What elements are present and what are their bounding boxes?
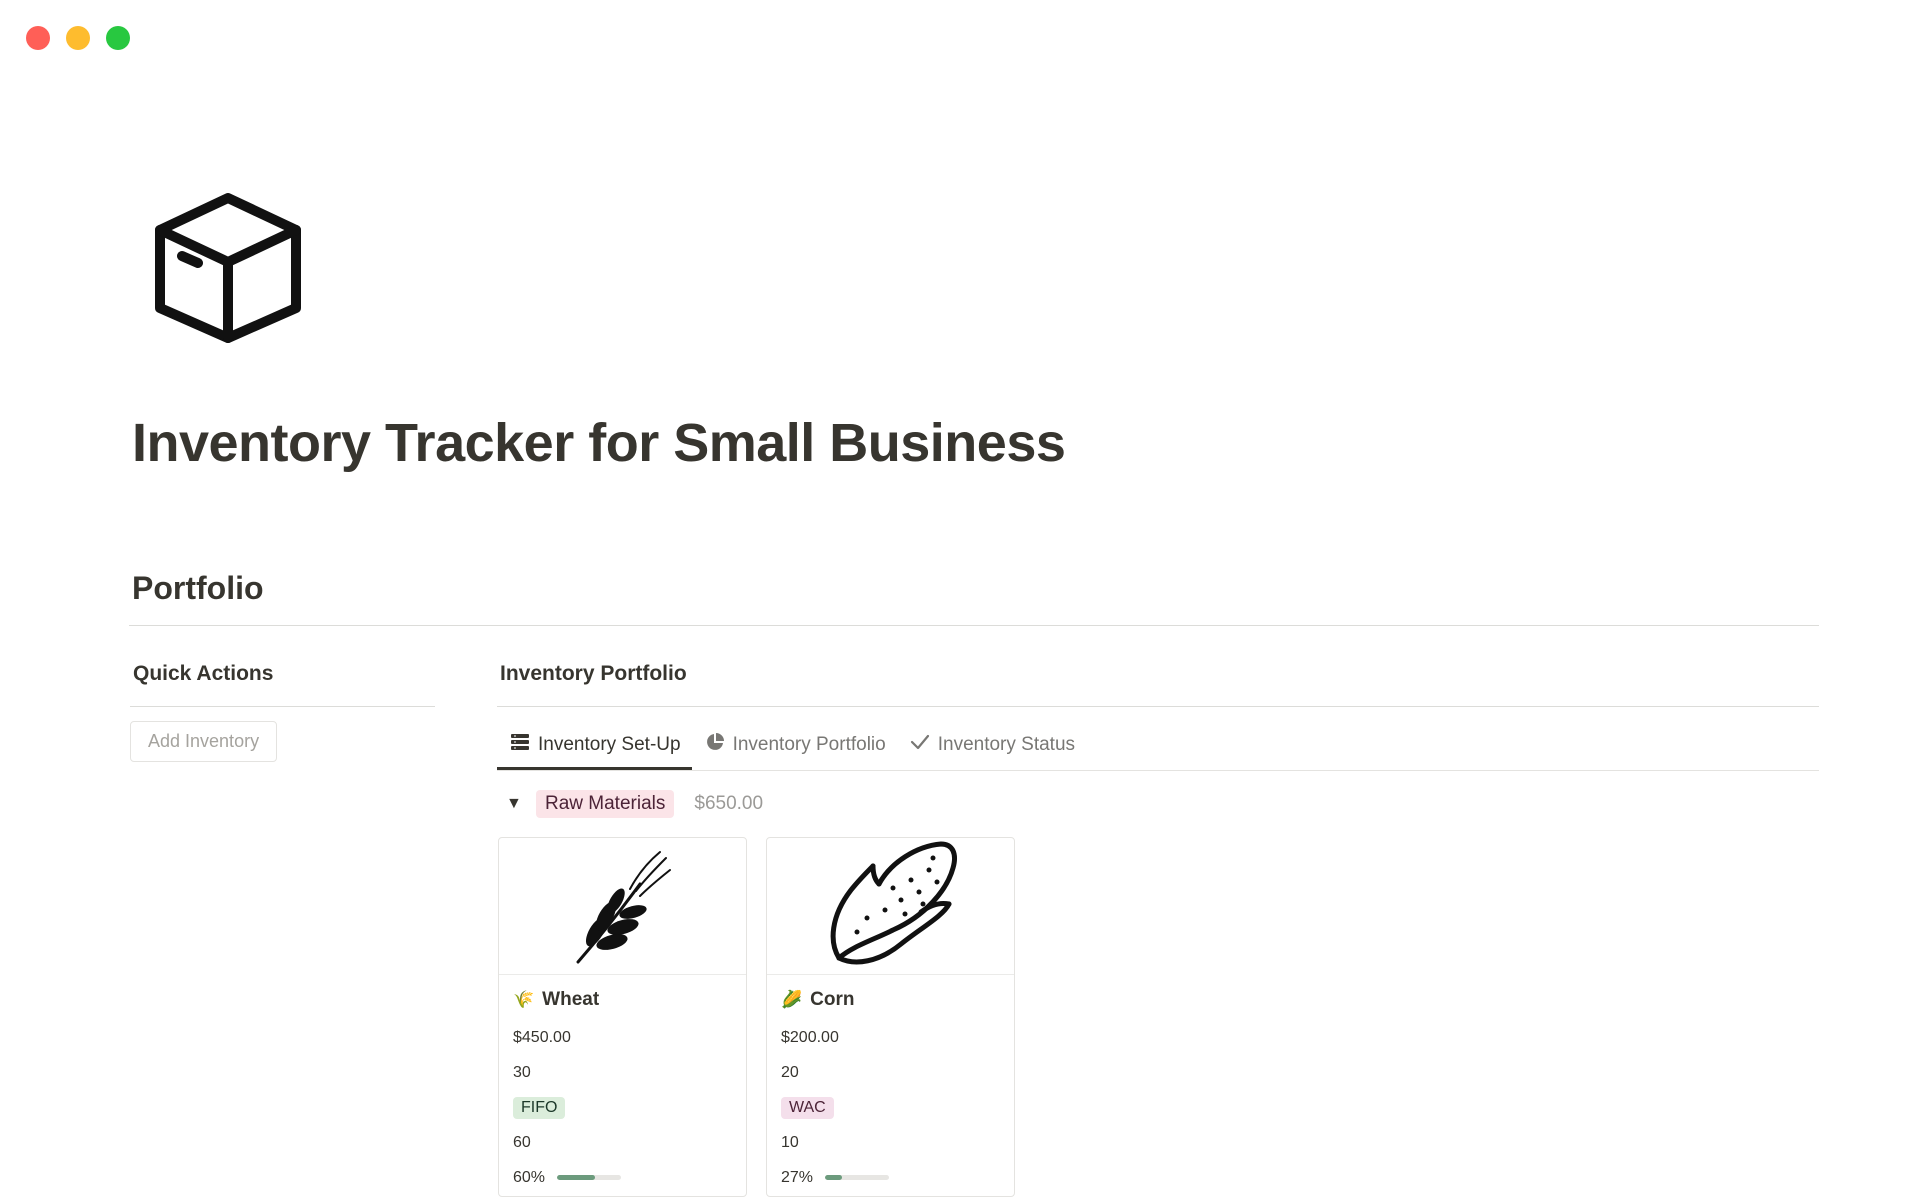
card-value: $200.00 bbox=[781, 1028, 839, 1046]
progress-bar bbox=[557, 1175, 622, 1180]
method-tag: FIFO bbox=[513, 1096, 566, 1119]
card-quantity: 20 bbox=[781, 1063, 799, 1081]
method-tag: WAC bbox=[781, 1096, 834, 1119]
card-method-row: WAC bbox=[781, 1090, 1000, 1125]
progress-bar bbox=[825, 1175, 890, 1180]
corn-icon bbox=[821, 838, 961, 979]
close-window-button[interactable] bbox=[26, 26, 50, 50]
table-icon bbox=[510, 733, 530, 757]
wheat-icon bbox=[568, 844, 678, 969]
progress-label: 27% bbox=[781, 1168, 814, 1186]
card-progress: 60% bbox=[513, 1160, 732, 1195]
maximize-window-button[interactable] bbox=[106, 26, 130, 50]
page-title: Inventory Tracker for Small Business bbox=[132, 413, 1066, 473]
card-name: Wheat bbox=[542, 989, 600, 1010]
tab-inventory-set-up[interactable]: Inventory Set-Up bbox=[497, 720, 692, 770]
card-value: $450.00 bbox=[513, 1028, 571, 1046]
window-controls bbox=[26, 26, 130, 50]
inventory-card-wheat[interactable]: 🌾 Wheat $450.00 30 FIFO 60 60% bbox=[498, 837, 747, 1197]
view-tabs: Inventory Set-Up Inventory Portfolio Inv… bbox=[497, 707, 1819, 771]
tab-inventory-status[interactable]: Inventory Status bbox=[897, 720, 1086, 770]
gallery-cards: 🌾 Wheat $450.00 30 FIFO 60 60% 🌽 Corn $2… bbox=[497, 837, 1819, 1197]
section-divider bbox=[129, 625, 1819, 626]
progress-label: 60% bbox=[513, 1168, 546, 1186]
card-stock: 10 bbox=[781, 1133, 799, 1151]
card-quantity: 30 bbox=[513, 1063, 531, 1081]
progress-fill bbox=[557, 1175, 596, 1180]
tab-inventory-portfolio[interactable]: Inventory Portfolio bbox=[692, 720, 897, 770]
add-inventory-button[interactable]: Add Inventory bbox=[130, 721, 278, 762]
card-method-row: FIFO bbox=[513, 1090, 732, 1125]
checkmark-icon bbox=[910, 733, 930, 757]
pie-chart-icon bbox=[705, 732, 725, 758]
quick-actions-heading: Quick Actions bbox=[133, 662, 274, 685]
card-cover bbox=[767, 838, 1014, 975]
corn-emoji-icon: 🌽 bbox=[781, 990, 803, 1009]
box-icon[interactable] bbox=[148, 190, 308, 350]
quick-actions-divider bbox=[130, 706, 435, 707]
wheat-emoji-icon: 🌾 bbox=[513, 990, 535, 1009]
tab-label: Inventory Status bbox=[937, 734, 1076, 755]
section-heading: Portfolio bbox=[132, 570, 264, 606]
group-total: $650.00 bbox=[694, 793, 764, 814]
card-progress: 27% bbox=[781, 1160, 1000, 1195]
inventory-card-corn[interactable]: 🌽 Corn $200.00 20 WAC 10 27% bbox=[766, 837, 1015, 1197]
tab-label: Inventory Portfolio bbox=[732, 734, 886, 755]
inventory-portfolio-heading: Inventory Portfolio bbox=[500, 662, 687, 685]
card-cover bbox=[499, 838, 746, 975]
group-tag: Raw Materials bbox=[536, 790, 675, 818]
toggle-triangle-icon[interactable]: ▼ bbox=[506, 795, 522, 813]
progress-fill bbox=[825, 1175, 843, 1180]
group-row-raw-materials: ▼ Raw Materials $650.00 bbox=[497, 771, 1819, 837]
quick-actions-column: Quick Actions Add Inventory bbox=[130, 662, 435, 762]
card-stock: 60 bbox=[513, 1133, 531, 1151]
minimize-window-button[interactable] bbox=[66, 26, 90, 50]
tab-label: Inventory Set-Up bbox=[538, 734, 681, 755]
inventory-portfolio-column: Inventory Portfolio Inventory Set-Up Inv… bbox=[497, 662, 1819, 1197]
card-name: Corn bbox=[810, 989, 855, 1010]
